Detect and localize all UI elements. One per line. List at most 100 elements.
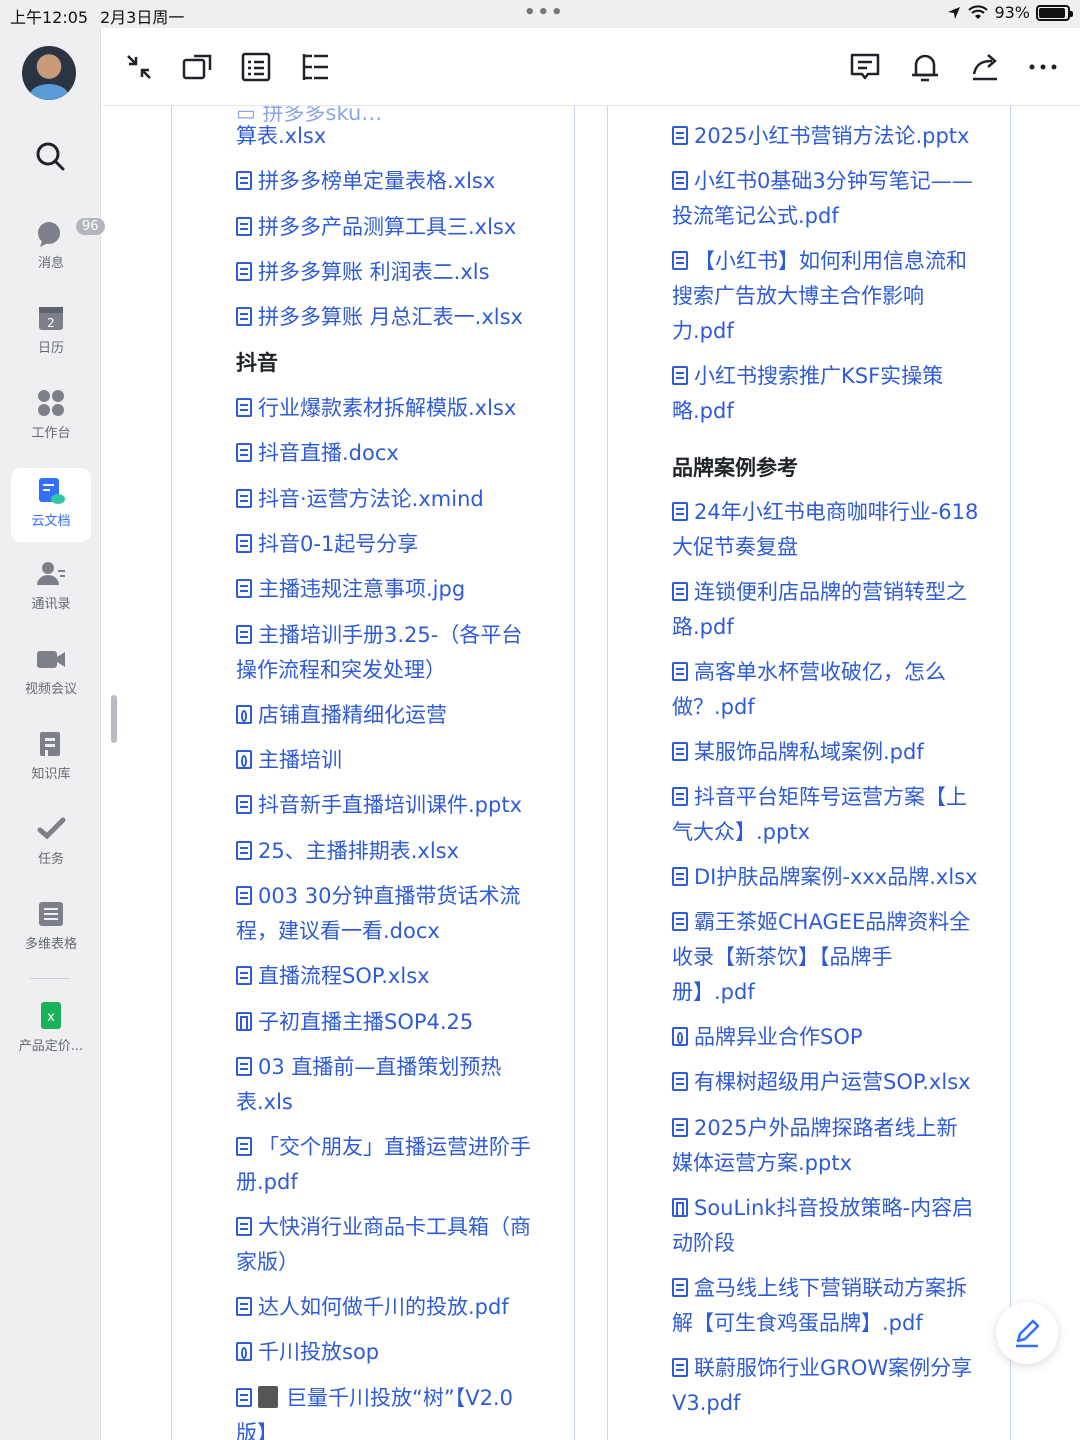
doc-link[interactable]: 算表.xlsx [236, 119, 326, 154]
doc-link[interactable]: 抖音平台矩阵号运营方案【上 [672, 780, 967, 815]
doc-link-cont[interactable]: 媒体运营方案.pptx [672, 1146, 852, 1181]
doc-link-cont[interactable]: V3.pdf [672, 1386, 740, 1421]
search-icon[interactable] [34, 140, 66, 172]
sidebar: 96 消息 2 日历 工作台 云文档 通讯录 视频会议 知识库 任务 多维表格 … [0, 28, 105, 1440]
doc-link[interactable]: 25、主播排期表.xlsx [236, 834, 459, 869]
doc-link-cont[interactable]: 气大众】.pptx [672, 815, 810, 850]
multitask-dots-icon[interactable]: ••• [524, 2, 565, 23]
doc-link[interactable]: 2025小红书营销方法论.pptx [672, 119, 969, 154]
doc-link[interactable]: 主播培训 [236, 743, 342, 778]
doc-link[interactable]: 抖音·运营方法论.xmind [236, 482, 484, 517]
doc-link[interactable]: 直播流程SOP.xlsx [236, 959, 430, 994]
doc-link[interactable]: 2025户外品牌探路者线上新 [672, 1111, 957, 1146]
chat-bubble-icon: 96 [36, 218, 105, 248]
doc-file-icon [672, 171, 688, 190]
doc-link[interactable]: 主播违规注意事项.jpg [236, 572, 465, 607]
doc-link[interactable]: 抖音0-1起号分享 [236, 527, 418, 562]
doc-file-icon [672, 787, 688, 806]
status-bar: 上午12:05 2月3日周一 ••• 93% [0, 0, 1080, 28]
doc-link-cont[interactable]: 版】 [236, 1416, 278, 1440]
doc-link-cont[interactable]: 收录【新茶饮】【品牌手 [672, 940, 893, 975]
doc-file-icon [236, 966, 252, 985]
svg-text:2: 2 [47, 316, 55, 330]
doc-link[interactable]: 行业爆款素材拆解模版.xlsx [236, 391, 516, 426]
doc-link[interactable]: 小红书搜索推广KSF实操策 [672, 359, 943, 394]
doc-link[interactable]: 店铺直播精细化运营 [236, 698, 447, 733]
doc-link-cont[interactable]: 大促节奏复盘 [672, 530, 798, 565]
doc-link[interactable]: 拼多多榜单定量表格.xlsx [236, 164, 495, 199]
sidebar-item-docs[interactable]: 云文档 [11, 468, 91, 542]
doc-link-cont[interactable]: 家版） [236, 1245, 299, 1280]
sidebar-item-messages[interactable]: 96 消息 [11, 210, 105, 284]
doc-link[interactable]: 小红书0基础3分钟写笔记—— [672, 164, 973, 199]
doc-link-cont[interactable]: 力.pdf [672, 314, 734, 349]
sidebar-item-pinned-sheet[interactable]: x 产品定价... [11, 993, 91, 1067]
status-date: 2月3日周一 [100, 8, 185, 27]
sidebar-item-tasks[interactable]: 任务 [11, 806, 91, 880]
doc-link[interactable]: 「交个朋友」直播运营进阶手 [236, 1130, 531, 1165]
doc-link[interactable]: 【小红书】如何利用信息流和 [672, 244, 967, 279]
doc-link-cont[interactable]: 解【可生食鸡蛋品牌】.pdf [672, 1306, 923, 1341]
bell-icon[interactable] [908, 50, 942, 84]
doc-link[interactable]: 抖音新手直播培训课件.pptx [236, 788, 522, 823]
doc-link-cont[interactable]: 投流笔记公式.pdf [672, 199, 839, 234]
doc-link[interactable]: 达人如何做千川的投放.pdf [236, 1290, 509, 1325]
sidebar-item-contacts[interactable]: 通讯录 [11, 551, 91, 625]
doc-link[interactable]: 千川投放sop [236, 1335, 379, 1370]
table-icon [36, 899, 66, 929]
doc-link[interactable]: DI护肤品牌案例-xxx品牌.xlsx [672, 860, 978, 895]
wiki-node-icon [236, 750, 252, 769]
doc-file-icon [236, 1388, 252, 1407]
doc-link[interactable]: 03 直播前—直播策划预热 [236, 1050, 501, 1085]
doc-link-cont[interactable]: 动阶段 [672, 1226, 735, 1261]
doc-link-cont[interactable]: 操作流程和突发处理） [236, 653, 446, 688]
doc-link[interactable]: 有棵树超级用户运营SOP.xlsx [672, 1065, 971, 1100]
unread-badge: 96 [76, 218, 105, 235]
doc-link[interactable]: SouLink抖音投放策略-内容启 [672, 1191, 973, 1226]
doc-link[interactable]: 联蔚服饰行业GROW案例分享 [672, 1351, 972, 1386]
doc-link[interactable]: 高客单水杯营收破亿，怎么 [672, 655, 946, 690]
doc-link[interactable]: 抖音直播.docx [236, 436, 399, 471]
doc-file-icon [672, 1278, 688, 1297]
doc-link[interactable]: 某服饰品牌私域案例.pdf [672, 735, 924, 770]
doc-file-icon [672, 251, 688, 270]
doc-link[interactable]: 拼多多算账 利润表二.xls [236, 255, 490, 290]
collapse-icon[interactable] [122, 50, 156, 84]
doc-link-cont[interactable]: 做？.pdf [672, 690, 755, 725]
doc-link[interactable]: 主播培训手册3.25-（各平台 [236, 618, 522, 653]
doc-link[interactable]: 拼多多算账 月总汇表一.xlsx [236, 300, 523, 335]
more-icon[interactable] [1026, 50, 1060, 84]
sidebar-item-wiki[interactable]: 知识库 [11, 721, 91, 795]
comment-icon[interactable] [848, 50, 882, 84]
doc-link-cont[interactable]: 册.pdf [236, 1165, 298, 1200]
doc-link[interactable]: 大快消行业商品卡工具箱（商 [236, 1210, 531, 1245]
tree-outline-icon[interactable] [298, 50, 332, 84]
new-window-icon[interactable] [180, 50, 214, 84]
share-icon[interactable] [968, 50, 1002, 84]
sheet-icon [672, 1198, 688, 1217]
doc-link-cont[interactable]: 搜索广告放大博主合作影响 [672, 279, 924, 314]
doc-link[interactable]: 子初直播主播SOP4.25 [236, 1005, 473, 1040]
edit-button[interactable] [996, 1302, 1058, 1364]
doc-link[interactable]: 拼多多产品测算工具三.xlsx [236, 210, 516, 245]
doc-link-cont[interactable]: 路.pdf [672, 610, 734, 645]
sidebar-item-video-meeting[interactable]: 视频会议 [11, 636, 91, 710]
doc-link[interactable]: 霸王茶姬CHAGEE品牌资料全 [672, 905, 970, 940]
outline-list-icon[interactable] [239, 50, 273, 84]
doc-link-cont[interactable]: 程，建议看一看.docx [236, 914, 440, 949]
video-camera-icon [36, 644, 66, 674]
doc-link[interactable]: 巨量千川投放“树”【V2.0 [236, 1381, 513, 1416]
doc-link[interactable]: 盒马线上线下营销联动方案拆 [672, 1271, 967, 1306]
sidebar-item-bitable[interactable]: 多维表格 [11, 891, 91, 965]
doc-link[interactable]: 24年小红书电商咖啡行业-618 [672, 495, 978, 530]
doc-link-cont[interactable]: 略.pdf [672, 394, 734, 429]
doc-link[interactable]: 品牌异业合作SOP [672, 1020, 863, 1055]
doc-link[interactable]: 连锁便利店品牌的营销转型之 [672, 575, 967, 610]
doc-link[interactable]: 003 30分钟直播带货话术流 [236, 879, 520, 914]
avatar[interactable] [22, 46, 76, 100]
sidebar-item-calendar[interactable]: 2 日历 [11, 295, 91, 369]
sidebar-item-workplace[interactable]: 工作台 [11, 380, 91, 454]
sidebar-item-label: 消息 [37, 256, 64, 271]
doc-link-cont[interactable]: 表.xls [236, 1085, 293, 1120]
doc-link-cont[interactable]: 册】.pdf [672, 975, 755, 1010]
